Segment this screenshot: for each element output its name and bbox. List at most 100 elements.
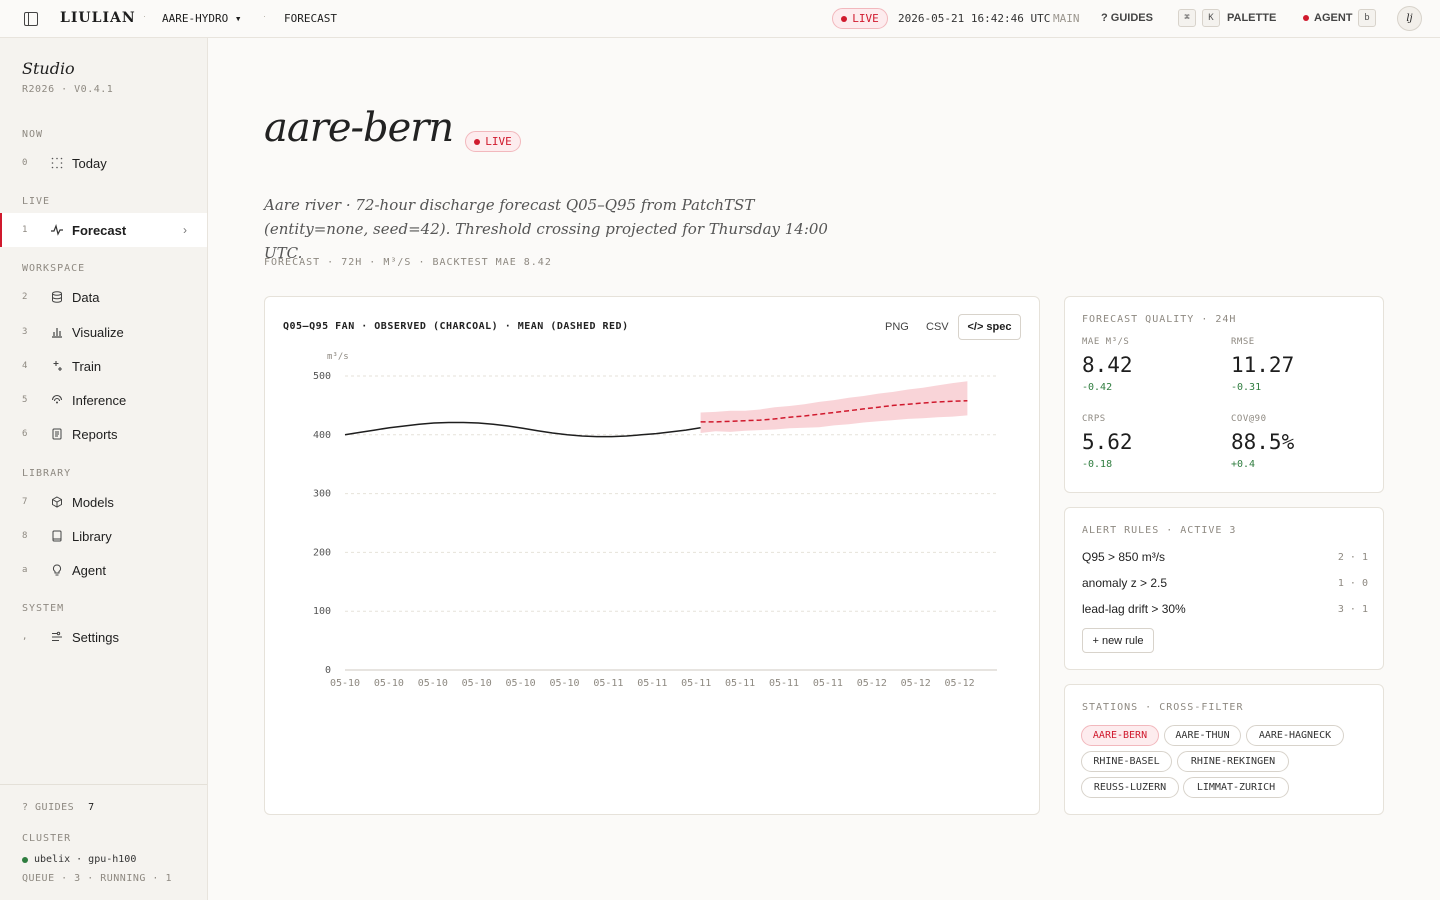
metric-value: 5.62 <box>1082 430 1133 454</box>
sidebar-item-visualize[interactable]: 3 Visualize <box>0 315 207 349</box>
station-chip-rhine-rekingen[interactable]: RHINE-REKINGEN <box>1177 751 1289 772</box>
sidebar-item-label: Today <box>72 155 107 171</box>
agent-button[interactable]: AGENT <box>1303 12 1353 24</box>
live-badge: LIVE <box>832 8 888 29</box>
guides-button[interactable]: ? GUIDES <box>1101 12 1153 24</box>
palette-button[interactable]: PALETTE <box>1227 12 1276 24</box>
agent-status-dot-icon <box>1303 15 1309 21</box>
live-dot-icon <box>474 138 481 145</box>
y-axis-unit-label: m³/s <box>327 352 349 362</box>
document-icon <box>50 427 64 441</box>
cube-icon <box>50 495 64 509</box>
shortcut-key: 4 <box>22 361 28 371</box>
status-dot-icon <box>22 856 28 863</box>
sidebar-item-label: Train <box>72 358 102 374</box>
shortcut-key: 0 <box>22 158 28 168</box>
shortcut-key: , <box>22 632 28 642</box>
section-now: NOW <box>22 129 44 140</box>
sidebar-item-train[interactable]: 4 Train <box>0 349 207 383</box>
cluster-host-label: ubelix · gpu-h100 <box>34 854 137 865</box>
app-logo[interactable]: LIULIAN <box>60 10 136 26</box>
observed-line <box>344 421 701 438</box>
guides-link[interactable]: ? GUIDES 7 <box>22 802 95 813</box>
shortcut-key: 2 <box>22 292 28 302</box>
version-label: R2026 · V0.4.1 <box>22 84 114 95</box>
metric-label: COV@90 <box>1231 414 1267 424</box>
project-switcher[interactable]: AARE-HYDRO ▾ <box>162 12 241 25</box>
sidebar-item-models[interactable]: 7 Models <box>0 485 207 519</box>
metric-crps: CRPS 5.62 -0.18 <box>1082 414 1133 470</box>
rule-name: lead-lag drift > 30% <box>1082 602 1186 616</box>
x-tick-label: 05-11 <box>769 678 799 689</box>
sidebar-item-library[interactable]: 8 Library <box>0 519 207 553</box>
sidebar-item-agent[interactable]: a Agent <box>0 553 207 587</box>
metric-delta: +0.4 <box>1231 459 1256 470</box>
station-chip-reuss-luzern[interactable]: REUSS-LUZERN <box>1081 777 1179 798</box>
pulse-icon <box>50 223 64 237</box>
station-chip-rhine-basel[interactable]: RHINE-BASEL <box>1081 751 1172 772</box>
x-tick-label: 05-10 <box>549 678 579 689</box>
station-chip-aare-bern[interactable]: AARE-BERN <box>1081 725 1159 746</box>
station-chip-aare-hagneck[interactable]: AARE-HAGNECK <box>1246 725 1344 746</box>
alerts-header: ALERT RULES · ACTIVE 3 <box>1082 525 1237 536</box>
forecast-chart: m³/s 0 100 200 300 400 500 05-10 05-10 05-10 05-10… <box>313 352 997 689</box>
metric-rmse: RMSE 11.27 -0.31 <box>1231 337 1294 393</box>
x-tick-label: 05-12 <box>945 678 975 689</box>
x-tick-label: 05-10 <box>374 678 404 689</box>
title-live-badge: LIVE <box>465 131 521 152</box>
sidebar-item-label: Settings <box>72 629 119 645</box>
sidebar-item-forecast[interactable]: 1 Forecast › <box>0 213 207 247</box>
sidebar-item-label: Models <box>72 494 114 510</box>
station-chip-limmat-zurich[interactable]: LIMMAT-ZURICH <box>1183 777 1289 798</box>
new-rule-button[interactable]: + new rule <box>1082 628 1154 653</box>
avatar[interactable]: lj <box>1397 6 1422 31</box>
x-tick-label: 05-11 <box>593 678 623 689</box>
cluster-host: ubelix · gpu-h100 <box>22 854 136 865</box>
bar-chart-icon <box>50 325 64 339</box>
sidebar-footer: ? GUIDES 7 CLUSTER ubelix · gpu-h100 QUEU… <box>0 784 207 900</box>
quality-header: FORECAST QUALITY · 24H <box>1082 314 1237 325</box>
alert-rule-row[interactable]: lead-lag drift > 30% 3 · 1 <box>1082 599 1368 619</box>
metric-delta: -0.18 <box>1082 459 1113 470</box>
cluster-label: CLUSTER <box>22 833 72 844</box>
x-tick-label: 05-12 <box>901 678 931 689</box>
sidebar-item-today[interactable]: 0 Today <box>0 146 207 180</box>
sidebar-item-label: Inference <box>72 392 127 408</box>
shortcut-key: 6 <box>22 429 28 439</box>
kbd-cmd: ⌘ <box>1178 9 1196 27</box>
station-chip-aare-thun[interactable]: AARE-THUN <box>1164 725 1241 746</box>
sidebar-item-settings[interactable]: , Settings <box>0 620 207 654</box>
sidebar-item-reports[interactable]: 6 Reports <box>0 417 207 451</box>
sidebar-item-label: Library <box>72 528 112 544</box>
x-tick-label: 05-11 <box>813 678 843 689</box>
sidebar-item-label: Agent <box>72 562 106 578</box>
sidebar-toggle-icon[interactable] <box>24 12 38 26</box>
metric-label: CRPS <box>1082 414 1106 424</box>
book-icon <box>50 529 64 543</box>
y-tick-label: 0 <box>325 665 331 676</box>
sidebar-item-inference[interactable]: 5 Inference <box>0 383 207 417</box>
shortcut-key: 8 <box>22 531 28 541</box>
section-live: LIVE <box>22 196 51 207</box>
alert-rule-row[interactable]: anomaly z > 2.5 1 · 0 <box>1082 573 1368 593</box>
shortcut-key: 5 <box>22 395 28 405</box>
metric-label: MAE M³/S <box>1082 337 1130 347</box>
sidebar-item-data[interactable]: 2 Data <box>0 280 207 314</box>
rule-count: 3 · 1 <box>1337 603 1368 615</box>
page-title: aare-bern <box>264 105 454 151</box>
y-tick-label: 500 <box>313 371 331 382</box>
guides-count: 7 <box>88 802 95 813</box>
x-tick-label: 05-10 <box>506 678 536 689</box>
section-system: SYSTEM <box>22 603 65 614</box>
shortcut-key: 1 <box>22 225 28 235</box>
x-tick-label: 05-11 <box>725 678 755 689</box>
top-bar: LIULIAN · AARE-HYDRO ▾ · FORECAST LIVE 2… <box>0 0 1440 38</box>
y-tick-label: 200 <box>313 547 331 558</box>
page-description: Aare river · 72-hour discharge forecast … <box>264 196 828 262</box>
stations-card: STATIONS · CROSS-FILTER AARE-BERN AARE-T… <box>1064 684 1384 815</box>
breadcrumb-page: FORECAST <box>284 12 337 25</box>
agent-label: AGENT <box>1314 12 1353 24</box>
metric-value: 11.27 <box>1231 353 1295 377</box>
chevron-right-icon: › <box>183 223 187 237</box>
alert-rule-row[interactable]: Q95 > 850 m³/s 2 · 1 <box>1082 547 1368 567</box>
